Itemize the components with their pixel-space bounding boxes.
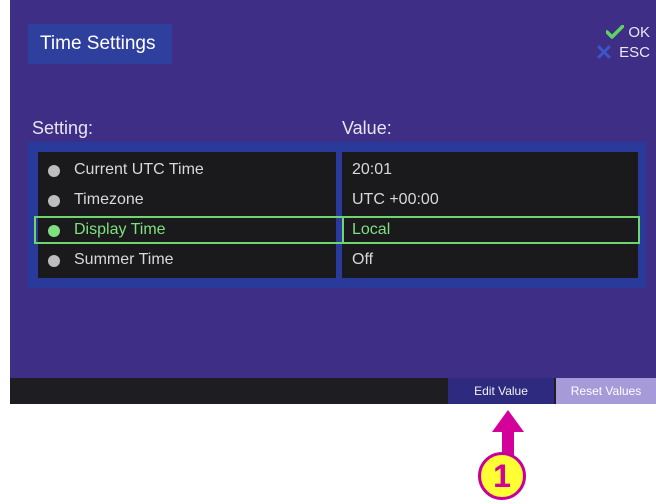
callout-marker: 1 xyxy=(478,452,526,500)
settings-screen: Time Settings OK ESC Setting: Value: Cur… xyxy=(10,0,656,378)
ok-label: OK xyxy=(628,23,650,41)
status-dot xyxy=(48,225,60,237)
ok-hint[interactable]: OK xyxy=(597,22,650,42)
status-dot xyxy=(48,255,60,267)
settings-table: Current UTC Time 20:01 Timezone UTC +00:… xyxy=(28,142,646,288)
setting-label: Summer Time xyxy=(74,251,174,268)
table-row[interactable]: Current UTC Time 20:01 xyxy=(28,156,646,186)
setting-value: Off xyxy=(352,251,374,268)
esc-label: ESC xyxy=(619,43,650,61)
key-hints: OK ESC xyxy=(597,22,650,62)
reset-values-button[interactable]: Reset Values xyxy=(556,378,656,404)
edit-value-button[interactable]: Edit Value xyxy=(448,378,554,404)
table-row-selected[interactable]: Display Time Local xyxy=(28,216,646,246)
value-column-header: Value: xyxy=(342,118,392,138)
status-dot xyxy=(48,165,60,177)
setting-column-header: Setting: xyxy=(32,118,94,138)
setting-value: Local xyxy=(352,221,391,238)
setting-label: Timezone xyxy=(74,191,144,208)
esc-hint[interactable]: ESC xyxy=(597,42,650,62)
arrow-up-icon xyxy=(492,410,524,456)
softkey-bar: Edit Value Reset Values xyxy=(10,378,656,404)
close-icon xyxy=(597,45,611,59)
status-dot xyxy=(48,195,60,207)
table-row[interactable]: Timezone UTC +00:00 xyxy=(28,186,646,216)
check-icon xyxy=(606,25,625,39)
setting-label: Display Time xyxy=(74,221,166,238)
table-row[interactable]: Summer Time Off xyxy=(28,246,646,276)
setting-value: 20:01 xyxy=(352,161,393,178)
setting-value: UTC +00:00 xyxy=(352,191,439,208)
setting-label: Current UTC Time xyxy=(74,161,204,178)
page-title: Time Settings xyxy=(28,24,172,64)
